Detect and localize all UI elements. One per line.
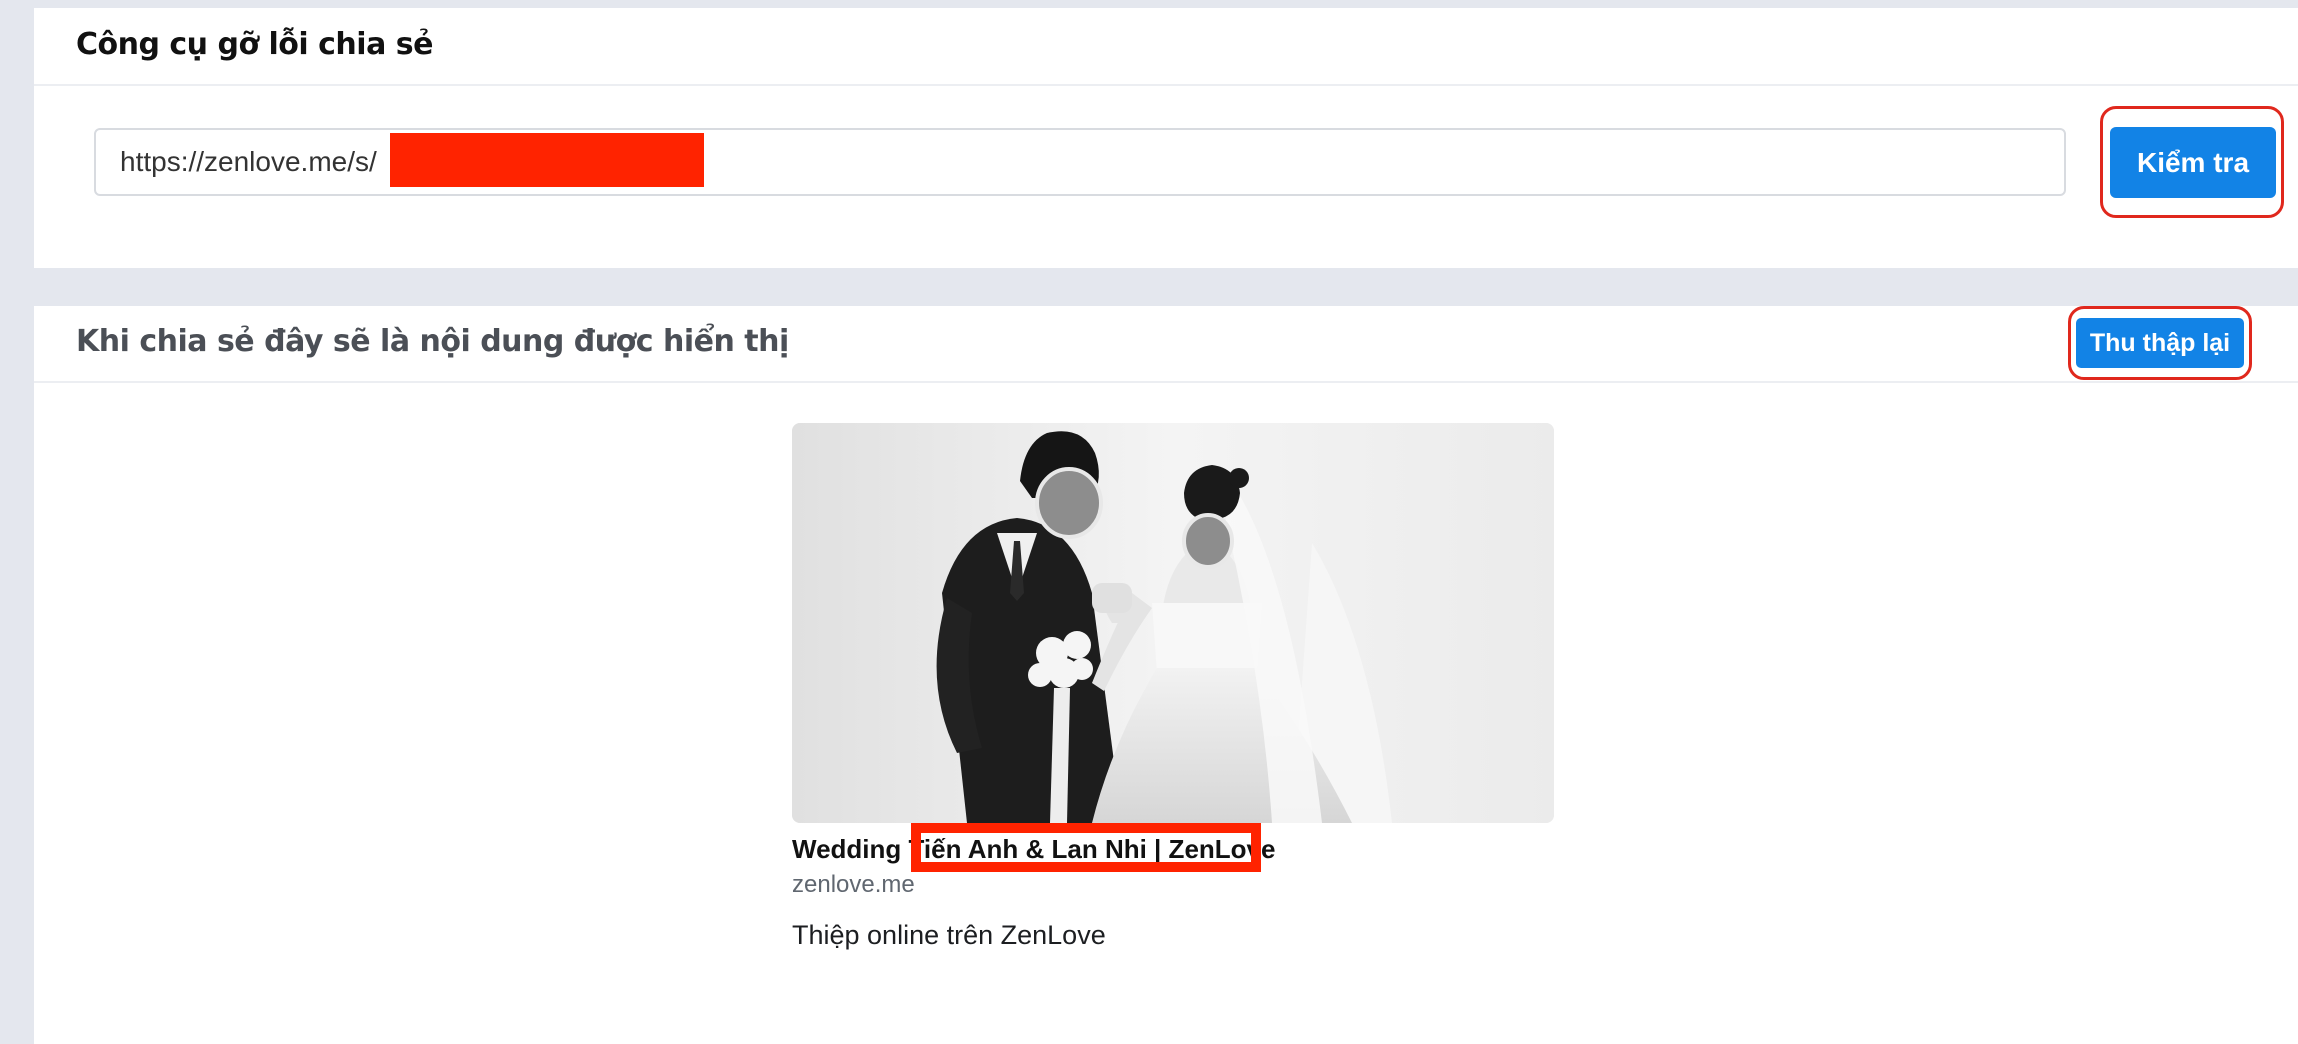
section-title: Khi chia sẻ đây sẽ là nội dung được hiển… <box>76 324 789 359</box>
preview-description: Thiệp online trên ZenLove <box>792 920 1106 950</box>
share-preview-panel: Khi chia sẻ đây sẽ là nội dung được hiển… <box>34 306 2298 1044</box>
redaction-mark <box>390 133 704 187</box>
preview-image <box>792 423 1554 823</box>
panel-header: Khi chia sẻ đây sẽ là nội dung được hiển… <box>34 306 2298 383</box>
panel-header: Công cụ gỡ lỗi chia sẻ <box>34 8 2298 86</box>
check-button[interactable]: Kiểm tra <box>2110 127 2276 198</box>
sharing-debugger-panel: Công cụ gỡ lỗi chia sẻ Kiểm tra <box>34 8 2298 268</box>
preview-domain: zenlove.me <box>792 871 915 898</box>
rescrape-button[interactable]: Thu thập lại <box>2076 318 2244 368</box>
page-title: Công cụ gỡ lỗi chia sẻ <box>76 27 433 62</box>
redaction-mark <box>911 823 1261 872</box>
